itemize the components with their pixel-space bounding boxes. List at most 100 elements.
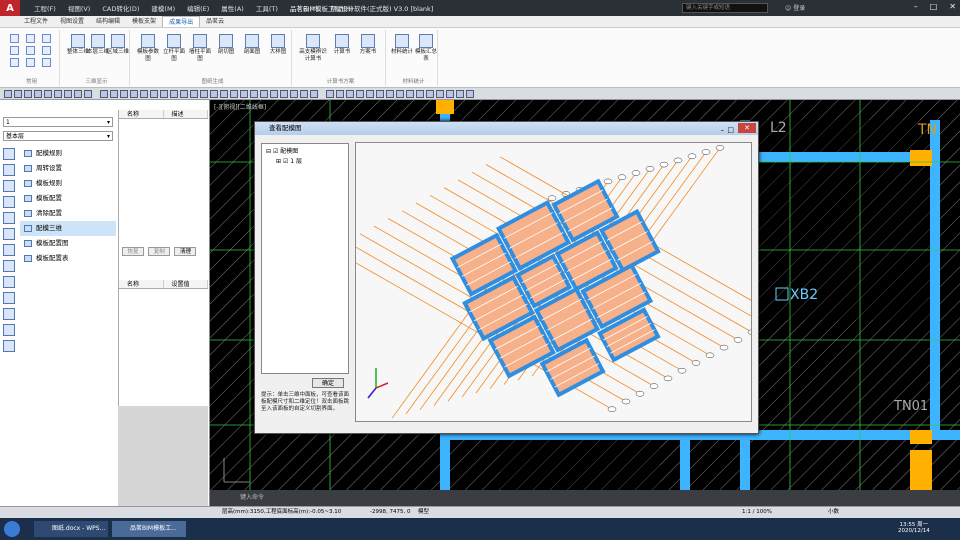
menu-tools[interactable]: 工具(T) (250, 3, 284, 13)
collapse-icon[interactable]: ⊟ (266, 148, 271, 155)
tab-formwork[interactable]: 模板支架 (126, 16, 162, 27)
toolbar-tool-icon[interactable] (190, 90, 198, 98)
toolbar-tool-icon[interactable] (140, 90, 148, 98)
cmd-template-rules[interactable]: 模板规则 (20, 176, 116, 191)
tab-output[interactable]: 成果导出 (162, 16, 201, 27)
toolbar-tool-icon[interactable] (310, 90, 318, 98)
cmd-turnover[interactable]: 周转设置 (20, 161, 116, 176)
beam-icon[interactable] (3, 212, 15, 224)
delete-icon[interactable] (42, 58, 51, 67)
minimize-icon[interactable]: – (721, 124, 725, 137)
toolbar-tool-icon[interactable] (150, 90, 158, 98)
tab-structure-edit[interactable]: 结构编辑 (90, 16, 126, 27)
menu-edit[interactable]: 编辑(E) (181, 3, 215, 13)
toolbar-tool-icon[interactable] (100, 90, 108, 98)
restore-button[interactable]: 恢复 (122, 247, 144, 256)
toolbar-tool-icon[interactable] (170, 90, 178, 98)
door-icon[interactable] (3, 292, 15, 304)
command-line[interactable]: 键入命令 (210, 490, 960, 506)
floor-select[interactable]: 1 ▾ (3, 117, 113, 127)
toolbar-tool-icon[interactable] (200, 90, 208, 98)
layer-select[interactable]: 基本层 ▾ (3, 131, 113, 141)
cmd-config-drawing[interactable]: 模板配置图 (20, 236, 116, 251)
formwork-icon[interactable] (3, 324, 15, 336)
tab-project-file[interactable]: 工程文件 (18, 16, 54, 27)
toolbar-tool-icon[interactable] (110, 90, 118, 98)
undo-icon[interactable] (10, 46, 19, 55)
toolbar-tool-icon[interactable] (120, 90, 128, 98)
menu-model[interactable]: 建模(M) (145, 3, 181, 13)
toolbar-tool-icon[interactable] (396, 90, 404, 98)
view-label[interactable]: [-][俯视][二维线框] (214, 103, 266, 111)
checkbox-icon[interactable]: ☑ (273, 148, 278, 155)
units-status[interactable]: 小数 (828, 507, 839, 518)
toolbar-tool-icon[interactable] (300, 90, 308, 98)
slab-icon[interactable] (3, 228, 15, 240)
toolbar-tool-icon[interactable] (336, 90, 344, 98)
redo-icon[interactable] (10, 58, 19, 67)
scale-status[interactable]: 1:1 / 100% (742, 507, 772, 518)
rotate-icon[interactable] (26, 58, 35, 67)
taskbar-item-bim[interactable]: 品茗BIM模板工... (112, 521, 186, 537)
table-icon[interactable] (3, 340, 15, 352)
close-icon[interactable]: ✕ (949, 2, 956, 11)
tab-view-settings[interactable]: 视图设置 (54, 16, 90, 27)
area-3d-button[interactable]: 区域三维 (106, 34, 130, 56)
section-drawing-button[interactable]: 剖面图 (240, 34, 264, 56)
toolbar-tool-icon[interactable] (446, 90, 454, 98)
toolbar-tool-icon[interactable] (376, 90, 384, 98)
stair-icon[interactable] (3, 244, 15, 256)
new-icon[interactable] (10, 34, 19, 43)
move-icon[interactable] (26, 46, 35, 55)
user-login[interactable]: ☺ 登录 (785, 3, 805, 12)
cmd-rules[interactable]: 配模规则 (20, 146, 116, 161)
open-icon[interactable] (26, 34, 35, 43)
toolbar-tool-icon[interactable] (220, 90, 228, 98)
toolbar-tool-icon[interactable] (326, 90, 334, 98)
toolbar-tool-icon[interactable] (270, 90, 278, 98)
menu-project[interactable]: 工程(F) (28, 3, 62, 13)
copy-button[interactable]: 复制 (148, 247, 171, 256)
toolbar-tool-icon[interactable] (84, 90, 92, 98)
tab-cloud[interactable]: 品茗云 (200, 16, 230, 27)
save-icon[interactable] (42, 34, 51, 43)
dialog-titlebar[interactable]: 查看配模图 – □ ✕ (255, 122, 758, 135)
toolbar-tool-icon[interactable] (280, 90, 288, 98)
menu-attr[interactable]: 属性(A) (215, 3, 250, 13)
pole-plan-button[interactable]: 立杆平面图 (162, 34, 186, 63)
toolbar-tool-icon[interactable] (44, 90, 52, 98)
command-input[interactable]: 键入命令 (240, 494, 264, 501)
cmd-config-table[interactable]: 模板配置表 (20, 251, 116, 266)
menu-cad[interactable]: CAD转化(D) (96, 3, 145, 13)
formwork-summary-button[interactable]: 模板汇总表 (414, 34, 438, 63)
model-status[interactable]: 模型 (418, 507, 429, 518)
toolbar-tool-icon[interactable] (160, 90, 168, 98)
toolbar-tool-icon[interactable] (24, 90, 32, 98)
toolbar-tool-icon[interactable] (416, 90, 424, 98)
3d-view[interactable] (331, 142, 785, 422)
toolbar-tool-icon[interactable] (240, 90, 248, 98)
grid-icon[interactable] (3, 164, 15, 176)
maximize-icon[interactable]: □ (727, 124, 734, 137)
app-logo[interactable]: A (0, 0, 20, 16)
cmd-template-config[interactable]: 模板配置 (20, 191, 116, 206)
calc-book-button[interactable]: 计算书 (330, 34, 354, 56)
clock[interactable]: 13:55 周一 2020/12/14 (898, 520, 930, 534)
toolbar-tool-icon[interactable] (230, 90, 238, 98)
ramp-icon[interactable] (3, 260, 15, 272)
toolbar-tool-icon[interactable] (290, 90, 298, 98)
toolbar-tool-icon[interactable] (64, 90, 72, 98)
material-stats-button[interactable]: 材料统计 (390, 34, 414, 56)
start-icon[interactable] (4, 521, 20, 537)
toolbar-tool-icon[interactable] (130, 90, 138, 98)
wall-plan-button[interactable]: 墙柱平面图 (188, 34, 212, 63)
toolbar-tool-icon[interactable] (4, 90, 12, 98)
window-icon[interactable] (3, 308, 15, 320)
axis-icon[interactable] (3, 148, 15, 160)
toolbar-tool-icon[interactable] (386, 90, 394, 98)
toolbar-tool-icon[interactable] (436, 90, 444, 98)
toolbar-tool-icon[interactable] (54, 90, 62, 98)
plan-book-button[interactable]: 方案书 (356, 34, 380, 56)
menu-view[interactable]: 视图(V) (62, 3, 97, 13)
detail-drawing-button[interactable]: 大样图 (266, 34, 290, 56)
